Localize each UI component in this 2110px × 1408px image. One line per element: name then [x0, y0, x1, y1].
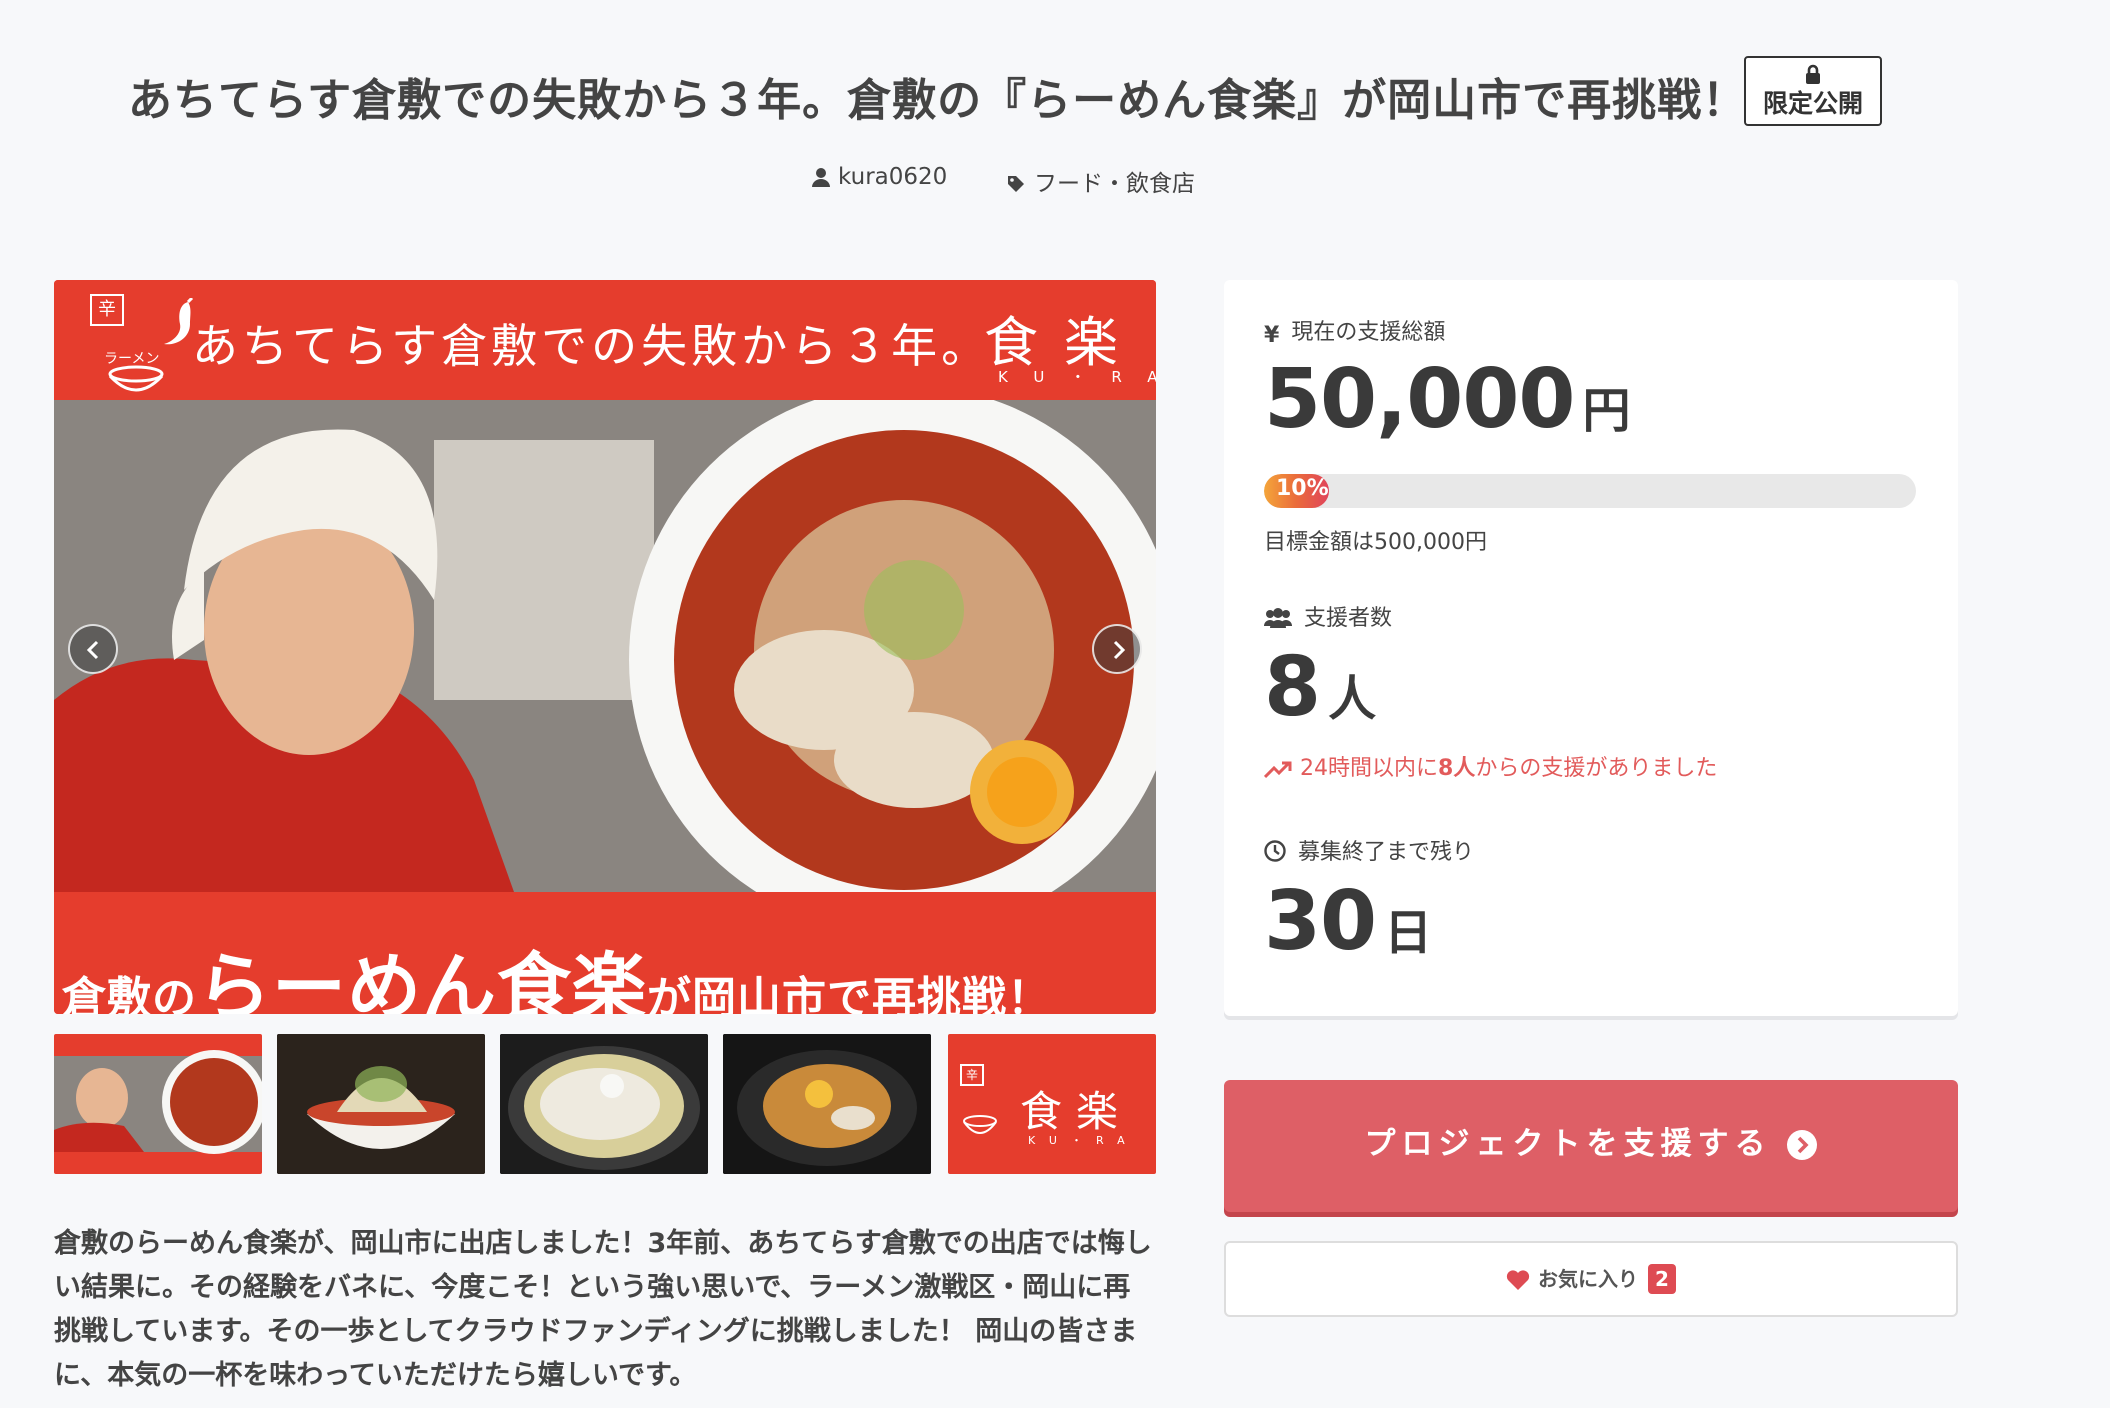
funding-progress-bar	[1264, 474, 1916, 508]
thumbnail-brand: 食楽	[1020, 1087, 1133, 1136]
thumbnail-brand-romaji: KU・RA	[1028, 1134, 1139, 1147]
thumbnail-4[interactable]	[723, 1034, 931, 1174]
remaining-label-text: 募集終了まで残り	[1298, 840, 1475, 865]
category-name: フード・飲食店	[1034, 171, 1195, 197]
user-icon	[812, 168, 830, 187]
thumbnail-strip: 辛 食楽 KU・RA	[54, 1034, 1156, 1174]
recent-count: 8人	[1438, 756, 1476, 781]
hero-logo-mark: 辛	[90, 294, 124, 326]
yen-icon: ¥	[1264, 323, 1280, 348]
owner-link[interactable]: kura0620	[812, 164, 947, 190]
support-project-button[interactable]: プロジェクトを支援する	[1224, 1080, 1958, 1212]
trending-up-icon	[1263, 761, 1292, 779]
soupless-noodles-thumbnail-image	[723, 1034, 931, 1174]
hero-bottom-highlight: らーめん食楽	[197, 945, 647, 1014]
remaining-days-value: 30	[1264, 874, 1377, 969]
visibility-badge-label: 限定公開	[1762, 89, 1863, 118]
hero-bottom-prefix: 倉敷の	[62, 973, 197, 1014]
hero-photo	[54, 385, 1156, 935]
clock-icon	[1264, 840, 1286, 862]
ramen-bowl-icon	[108, 365, 164, 392]
carousel-prev-button[interactable]	[68, 624, 118, 674]
users-icon	[1264, 608, 1292, 628]
backers-label: 支援者数	[1264, 600, 1392, 632]
backers-count-unit: 人	[1328, 671, 1377, 727]
category-link[interactable]: フード・飲食店	[1006, 164, 1195, 198]
recent-prefix: 24時間以内に	[1300, 756, 1438, 781]
chef-and-ramen-illustration	[54, 385, 1156, 935]
favorite-count-badge: 2	[1648, 1264, 1676, 1294]
hero-brand-romaji: KU・RA	[998, 368, 1156, 386]
backers-count-value: 8	[1264, 640, 1321, 735]
funded-label-text: 現在の支援総額	[1291, 320, 1446, 345]
ramen-bowl-icon	[963, 1115, 997, 1134]
funding-progress-label: 10%	[1276, 476, 1329, 501]
visibility-badge: 限定公開	[1744, 56, 1882, 126]
hero-banner-text: あちてらす倉敷での失敗から３年。	[192, 319, 992, 373]
hero-bottom-suffix: が岡山市で再挑戦！	[647, 973, 1052, 1014]
thumbnail-logo-mark: 辛	[960, 1064, 984, 1086]
owner-name: kura0620	[838, 164, 948, 190]
page-title: あちてらす倉敷での失敗から３年。倉敷の『らーめん食楽』が岡山市で再挑戦！	[128, 75, 1748, 126]
remaining-days-unit: 日	[1384, 905, 1433, 961]
funded-amount-value: 50,000	[1264, 352, 1575, 447]
ramen-bowl-side-thumbnail-image	[277, 1034, 485, 1174]
funded-label: ¥ 現在の支援総額	[1264, 314, 1445, 348]
arrow-circle-right-icon	[1786, 1130, 1817, 1160]
favorite-button[interactable]: お気に入り 2	[1224, 1241, 1958, 1317]
support-project-label: プロジェクトを支援する	[1364, 1126, 1772, 1162]
tag-icon	[1008, 176, 1024, 192]
thumbnail-3[interactable]	[500, 1034, 708, 1174]
backers-label-text: 支援者数	[1304, 606, 1393, 631]
funding-stats-panel: ¥ 現在の支援総額 50,000 円 10% 目標金額は500,000円 支援者数 …	[1224, 280, 1958, 1016]
thumbnail-2[interactable]	[277, 1034, 485, 1174]
project-summary: 倉敷のらーめん食楽が、岡山市に出店しました！3年前、あちてらす倉敷での出店では悔…	[54, 1228, 1152, 1391]
carousel-next-button[interactable]	[1092, 624, 1142, 674]
thumbnail-1[interactable]	[54, 1034, 262, 1174]
heart-icon	[1506, 1270, 1530, 1290]
noodles-mayo-thumbnail-image	[500, 1034, 708, 1174]
chevron-right-icon	[1113, 640, 1126, 660]
favorite-label: お気に入り	[1538, 1267, 1639, 1291]
funded-amount-unit: 円	[1582, 383, 1631, 439]
hero-bottom-text: 倉敷のらーめん食楽が岡山市で再挑戦！	[62, 928, 1052, 1014]
funded-amount: 50,000 円	[1264, 352, 1630, 447]
backers-count: 8人	[1264, 640, 1376, 735]
recent-backers-notice: 24時間以内に8人からの支援がありました	[1263, 750, 1718, 782]
remaining-days: 30 日	[1264, 874, 1432, 969]
goal-amount: 目標金額は500,000円	[1264, 530, 1487, 555]
lock-icon	[1806, 64, 1820, 84]
recent-suffix: からの支援がありました	[1475, 756, 1718, 781]
chevron-left-icon	[86, 640, 99, 660]
hero-image: 辛 ラーメン あちてらす倉敷での失敗から３年。 食楽 KU・RA	[54, 280, 1156, 1014]
remaining-label: 募集終了まで残り	[1264, 834, 1474, 866]
thumbnail-5[interactable]: 辛 食楽 KU・RA	[948, 1034, 1156, 1174]
hero-banner-thumbnail-image	[54, 1050, 262, 1154]
